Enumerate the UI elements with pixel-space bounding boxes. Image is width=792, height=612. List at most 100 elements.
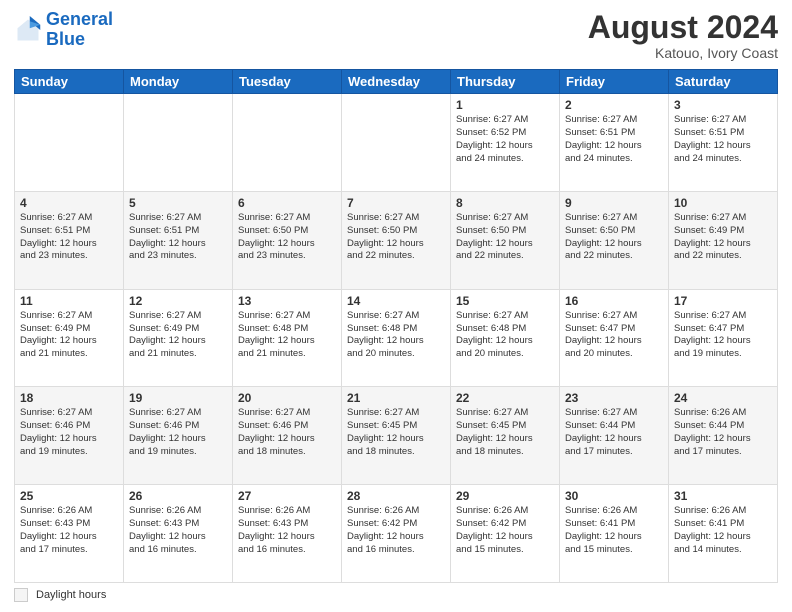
- day-number: 1: [456, 98, 554, 112]
- day-cell: [233, 94, 342, 192]
- day-header-saturday: Saturday: [669, 70, 778, 94]
- day-cell: 24Sunrise: 6:26 AM Sunset: 6:44 PM Dayli…: [669, 387, 778, 485]
- day-number: 11: [20, 294, 118, 308]
- day-info: Sunrise: 6:27 AM Sunset: 6:51 PM Dayligh…: [20, 212, 118, 263]
- day-cell: 5Sunrise: 6:27 AM Sunset: 6:51 PM Daylig…: [124, 191, 233, 289]
- day-number: 24: [674, 391, 772, 405]
- day-info: Sunrise: 6:26 AM Sunset: 6:42 PM Dayligh…: [456, 505, 554, 556]
- day-info: Sunrise: 6:26 AM Sunset: 6:43 PM Dayligh…: [20, 505, 118, 556]
- day-info: Sunrise: 6:27 AM Sunset: 6:49 PM Dayligh…: [674, 212, 772, 263]
- day-number: 18: [20, 391, 118, 405]
- day-cell: [15, 94, 124, 192]
- day-info: Sunrise: 6:26 AM Sunset: 6:41 PM Dayligh…: [565, 505, 663, 556]
- title-block: August 2024 Katouo, Ivory Coast: [588, 10, 778, 61]
- day-info: Sunrise: 6:26 AM Sunset: 6:42 PM Dayligh…: [347, 505, 445, 556]
- day-number: 2: [565, 98, 663, 112]
- day-info: Sunrise: 6:27 AM Sunset: 6:50 PM Dayligh…: [238, 212, 336, 263]
- day-cell: 14Sunrise: 6:27 AM Sunset: 6:48 PM Dayli…: [342, 289, 451, 387]
- week-row-1: 1 Sunrise: 6:27 AM Sunset: 6:52 PM Daylig…: [15, 94, 778, 192]
- day-cell: 11 Sunrise: 6:27 AM Sunset: 6:49 PM Dayli…: [15, 289, 124, 387]
- footer: Daylight hours: [14, 588, 778, 602]
- day-header-monday: Monday: [124, 70, 233, 94]
- logo-blue: Blue: [46, 29, 85, 49]
- day-cell: 7 Sunrise: 6:27 AM Sunset: 6:50 PM Daylig…: [342, 191, 451, 289]
- day-cell: 3 Sunrise: 6:27 AM Sunset: 6:51 PM Daylig…: [669, 94, 778, 192]
- day-cell: 13 Sunrise: 6:27 AM Sunset: 6:48 PM Dayli…: [233, 289, 342, 387]
- day-cell: 17 Sunrise: 6:27 AM Sunset: 6:47 PM Dayli…: [669, 289, 778, 387]
- day-number: 12: [129, 294, 227, 308]
- day-info: Sunrise: 6:26 AM Sunset: 6:43 PM Dayligh…: [238, 505, 336, 556]
- week-row-4: 18 Sunrise: 6:27 AM Sunset: 6:46 PM Dayli…: [15, 387, 778, 485]
- day-number: 25: [20, 489, 118, 503]
- day-info: Sunrise: 6:27 AM Sunset: 6:48 PM Dayligh…: [238, 310, 336, 361]
- day-cell: 12 Sunrise: 6:27 AM Sunset: 6:49 PM Dayli…: [124, 289, 233, 387]
- day-cell: 30Sunrise: 6:26 AM Sunset: 6:41 PM Dayli…: [560, 485, 669, 583]
- day-cell: 16 Sunrise: 6:27 AM Sunset: 6:47 PM Dayli…: [560, 289, 669, 387]
- month-title: August 2024: [588, 10, 778, 45]
- day-number: 22: [456, 391, 554, 405]
- day-cell: 27 Sunrise: 6:26 AM Sunset: 6:43 PM Dayli…: [233, 485, 342, 583]
- day-info: Sunrise: 6:27 AM Sunset: 6:46 PM Dayligh…: [20, 407, 118, 458]
- day-number: 4: [20, 196, 118, 210]
- logo-general: General: [46, 9, 113, 29]
- calendar-table: SundayMondayTuesdayWednesdayThursdayFrid…: [14, 69, 778, 583]
- day-info: Sunrise: 6:26 AM Sunset: 6:43 PM Dayligh…: [129, 505, 227, 556]
- day-number: 20: [238, 391, 336, 405]
- day-cell: [124, 94, 233, 192]
- day-info: Sunrise: 6:27 AM Sunset: 6:50 PM Dayligh…: [456, 212, 554, 263]
- day-info: Sunrise: 6:26 AM Sunset: 6:41 PM Dayligh…: [674, 505, 772, 556]
- day-number: 8: [456, 196, 554, 210]
- day-number: 19: [129, 391, 227, 405]
- day-header-wednesday: Wednesday: [342, 70, 451, 94]
- day-number: 29: [456, 489, 554, 503]
- day-cell: 21Sunrise: 6:27 AM Sunset: 6:45 PM Dayli…: [342, 387, 451, 485]
- day-info: Sunrise: 6:27 AM Sunset: 6:48 PM Dayligh…: [456, 310, 554, 361]
- day-info: Sunrise: 6:27 AM Sunset: 6:45 PM Dayligh…: [347, 407, 445, 458]
- day-number: 16: [565, 294, 663, 308]
- daylight-label: Daylight hours: [36, 589, 106, 601]
- day-number: 6: [238, 196, 336, 210]
- day-info: Sunrise: 6:27 AM Sunset: 6:50 PM Dayligh…: [347, 212, 445, 263]
- day-number: 27: [238, 489, 336, 503]
- week-row-3: 11 Sunrise: 6:27 AM Sunset: 6:49 PM Dayli…: [15, 289, 778, 387]
- day-number: 3: [674, 98, 772, 112]
- day-cell: 2Sunrise: 6:27 AM Sunset: 6:51 PM Daylig…: [560, 94, 669, 192]
- day-header-tuesday: Tuesday: [233, 70, 342, 94]
- day-info: Sunrise: 6:27 AM Sunset: 6:44 PM Dayligh…: [565, 407, 663, 458]
- day-number: 23: [565, 391, 663, 405]
- location: Katouo, Ivory Coast: [588, 45, 778, 61]
- logo-text: General Blue: [46, 10, 113, 50]
- day-number: 9: [565, 196, 663, 210]
- day-number: 13: [238, 294, 336, 308]
- day-header-thursday: Thursday: [451, 70, 560, 94]
- day-cell: 1 Sunrise: 6:27 AM Sunset: 6:52 PM Daylig…: [451, 94, 560, 192]
- day-info: Sunrise: 6:27 AM Sunset: 6:51 PM Dayligh…: [129, 212, 227, 263]
- day-info: Sunrise: 6:27 AM Sunset: 6:49 PM Dayligh…: [20, 310, 118, 361]
- day-number: 10: [674, 196, 772, 210]
- day-number: 15: [456, 294, 554, 308]
- day-info: Sunrise: 6:27 AM Sunset: 6:45 PM Dayligh…: [456, 407, 554, 458]
- day-info: Sunrise: 6:27 AM Sunset: 6:46 PM Dayligh…: [129, 407, 227, 458]
- day-number: 26: [129, 489, 227, 503]
- day-number: 31: [674, 489, 772, 503]
- day-cell: 29 Sunrise: 6:26 AM Sunset: 6:42 PM Dayli…: [451, 485, 560, 583]
- day-info: Sunrise: 6:27 AM Sunset: 6:47 PM Dayligh…: [674, 310, 772, 361]
- day-header-sunday: Sunday: [15, 70, 124, 94]
- page: General Blue August 2024 Katouo, Ivory C…: [0, 0, 792, 612]
- day-info: Sunrise: 6:27 AM Sunset: 6:52 PM Dayligh…: [456, 114, 554, 165]
- calendar-header-row: SundayMondayTuesdayWednesdayThursdayFrid…: [15, 70, 778, 94]
- day-cell: 19 Sunrise: 6:27 AM Sunset: 6:46 PM Dayli…: [124, 387, 233, 485]
- logo: General Blue: [14, 10, 113, 50]
- day-info: Sunrise: 6:27 AM Sunset: 6:49 PM Dayligh…: [129, 310, 227, 361]
- day-info: Sunrise: 6:27 AM Sunset: 6:47 PM Dayligh…: [565, 310, 663, 361]
- day-cell: 20Sunrise: 6:27 AM Sunset: 6:46 PM Dayli…: [233, 387, 342, 485]
- day-cell: 22 Sunrise: 6:27 AM Sunset: 6:45 PM Dayli…: [451, 387, 560, 485]
- day-number: 7: [347, 196, 445, 210]
- day-cell: 18 Sunrise: 6:27 AM Sunset: 6:46 PM Dayli…: [15, 387, 124, 485]
- day-cell: 25 Sunrise: 6:26 AM Sunset: 6:43 PM Dayli…: [15, 485, 124, 583]
- daylight-box: [14, 588, 28, 602]
- week-row-2: 4 Sunrise: 6:27 AM Sunset: 6:51 PM Daylig…: [15, 191, 778, 289]
- day-info: Sunrise: 6:27 AM Sunset: 6:51 PM Dayligh…: [674, 114, 772, 165]
- day-number: 17: [674, 294, 772, 308]
- header: General Blue August 2024 Katouo, Ivory C…: [14, 10, 778, 61]
